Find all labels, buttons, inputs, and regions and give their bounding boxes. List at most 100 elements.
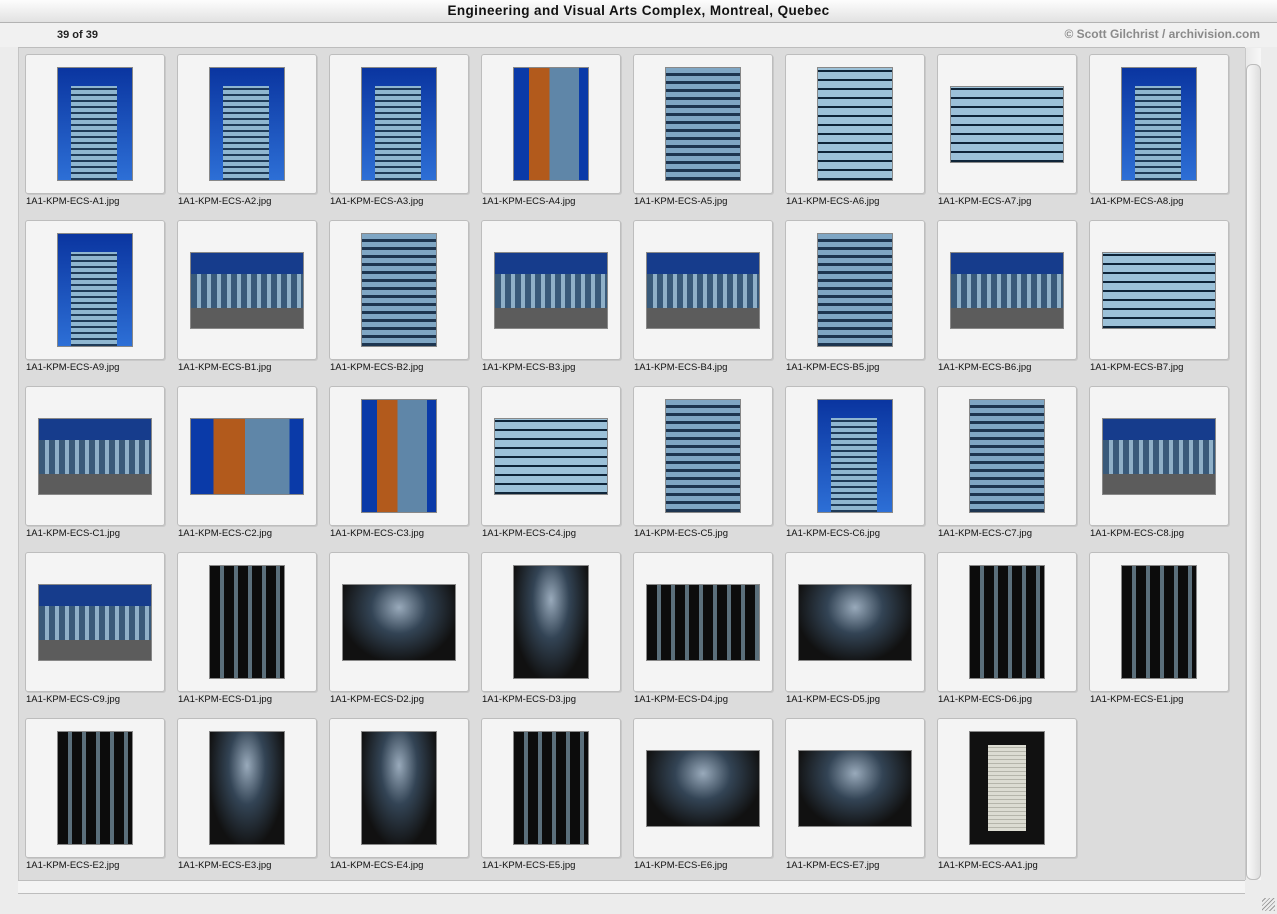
thumbnail-item[interactable]: 1A1-KPM-ECS-A2.jpg (177, 54, 317, 220)
thumbnail-image[interactable] (191, 418, 303, 494)
thumbnail-frame[interactable] (481, 386, 621, 526)
thumbnail-item[interactable]: 1A1-KPM-ECS-A8.jpg (1089, 54, 1229, 220)
thumbnail-frame[interactable] (25, 54, 165, 194)
thumbnail-image[interactable] (666, 68, 740, 180)
thumbnail-frame[interactable] (481, 220, 621, 360)
thumbnail-frame[interactable] (785, 718, 925, 858)
thumbnail-image[interactable] (39, 584, 151, 660)
thumbnail-image[interactable] (1103, 418, 1215, 494)
thumbnail-image[interactable] (58, 732, 132, 844)
thumbnail-item[interactable]: 1A1-KPM-ECS-C9.jpg (25, 552, 165, 718)
thumbnail-frame[interactable] (937, 220, 1077, 360)
thumbnail-image[interactable] (362, 68, 436, 180)
thumbnail-image[interactable] (514, 68, 588, 180)
thumbnail-image[interactable] (647, 750, 759, 826)
thumbnail-item[interactable]: 1A1-KPM-ECS-B4.jpg (633, 220, 773, 386)
thumbnail-frame[interactable] (937, 718, 1077, 858)
thumbnail-image[interactable] (362, 400, 436, 512)
thumbnail-image[interactable] (362, 234, 436, 346)
thumbnail-item[interactable]: 1A1-KPM-ECS-B1.jpg (177, 220, 317, 386)
thumbnail-frame[interactable] (329, 54, 469, 194)
thumbnail-item[interactable]: 1A1-KPM-ECS-C6.jpg (785, 386, 925, 552)
thumbnail-frame[interactable] (785, 552, 925, 692)
thumbnail-item[interactable]: 1A1-KPM-ECS-D4.jpg (633, 552, 773, 718)
thumbnail-item[interactable]: 1A1-KPM-ECS-A1.jpg (25, 54, 165, 220)
thumbnail-frame[interactable] (937, 552, 1077, 692)
thumbnail-item[interactable]: 1A1-KPM-ECS-AA1.jpg (937, 718, 1077, 884)
thumbnail-image[interactable] (210, 68, 284, 180)
horizontal-scrollbar[interactable] (18, 880, 1245, 894)
thumbnail-frame[interactable] (25, 552, 165, 692)
thumbnail-item[interactable]: 1A1-KPM-ECS-E7.jpg (785, 718, 925, 884)
thumbnail-item[interactable]: 1A1-KPM-ECS-C5.jpg (633, 386, 773, 552)
thumbnail-frame[interactable] (25, 386, 165, 526)
thumbnail-frame[interactable] (481, 54, 621, 194)
thumbnail-frame[interactable] (1089, 552, 1229, 692)
thumbnail-frame[interactable] (1089, 220, 1229, 360)
thumbnail-frame[interactable] (25, 220, 165, 360)
thumbnail-image[interactable] (191, 252, 303, 328)
thumbnail-item[interactable]: 1A1-KPM-ECS-A3.jpg (329, 54, 469, 220)
thumbnail-image[interactable] (1103, 252, 1215, 328)
thumbnail-item[interactable]: 1A1-KPM-ECS-C3.jpg (329, 386, 469, 552)
thumbnail-image[interactable] (818, 400, 892, 512)
thumbnail-frame[interactable] (633, 552, 773, 692)
thumbnail-frame[interactable] (785, 54, 925, 194)
thumbnail-image[interactable] (210, 566, 284, 678)
resize-grip-icon[interactable] (1262, 898, 1275, 911)
thumbnail-image[interactable] (970, 566, 1044, 678)
thumbnail-frame[interactable] (177, 54, 317, 194)
thumbnail-item[interactable]: 1A1-KPM-ECS-A9.jpg (25, 220, 165, 386)
thumbnail-item[interactable]: 1A1-KPM-ECS-D1.jpg (177, 552, 317, 718)
thumbnail-image[interactable] (647, 252, 759, 328)
thumbnail-image[interactable] (514, 732, 588, 844)
thumbnail-image[interactable] (818, 68, 892, 180)
thumbnail-item[interactable]: 1A1-KPM-ECS-A5.jpg (633, 54, 773, 220)
thumbnail-item[interactable]: 1A1-KPM-ECS-D6.jpg (937, 552, 1077, 718)
thumbnail-frame[interactable] (329, 718, 469, 858)
thumbnail-item[interactable]: 1A1-KPM-ECS-D5.jpg (785, 552, 925, 718)
thumbnail-image[interactable] (495, 418, 607, 494)
thumbnail-image[interactable] (58, 68, 132, 180)
thumbnail-image[interactable] (647, 584, 759, 660)
thumbnail-image[interactable] (799, 584, 911, 660)
thumbnail-image[interactable] (343, 584, 455, 660)
thumbnail-item[interactable]: 1A1-KPM-ECS-B6.jpg (937, 220, 1077, 386)
thumbnail-frame[interactable] (177, 386, 317, 526)
thumbnail-item[interactable]: 1A1-KPM-ECS-C2.jpg (177, 386, 317, 552)
thumbnail-frame[interactable] (25, 718, 165, 858)
thumbnail-image[interactable] (362, 732, 436, 844)
thumbnail-image[interactable] (970, 732, 1044, 844)
thumbnail-item[interactable]: 1A1-KPM-ECS-E1.jpg (1089, 552, 1229, 718)
thumbnail-frame[interactable] (937, 386, 1077, 526)
thumbnail-frame[interactable] (633, 54, 773, 194)
thumbnail-image[interactable] (495, 252, 607, 328)
thumbnail-frame[interactable] (1089, 54, 1229, 194)
thumbnail-frame[interactable] (329, 386, 469, 526)
thumbnail-item[interactable]: 1A1-KPM-ECS-B5.jpg (785, 220, 925, 386)
thumbnail-frame[interactable] (177, 718, 317, 858)
thumbnail-frame[interactable] (329, 220, 469, 360)
thumbnail-frame[interactable] (785, 220, 925, 360)
thumbnail-frame[interactable] (633, 386, 773, 526)
thumbnail-image[interactable] (58, 234, 132, 346)
thumbnail-frame[interactable] (937, 54, 1077, 194)
thumbnail-item[interactable]: 1A1-KPM-ECS-D3.jpg (481, 552, 621, 718)
thumbnail-frame[interactable] (481, 718, 621, 858)
thumbnail-image[interactable] (951, 252, 1063, 328)
thumbnail-frame[interactable] (177, 552, 317, 692)
thumbnail-item[interactable]: 1A1-KPM-ECS-D2.jpg (329, 552, 469, 718)
thumbnail-frame[interactable] (1089, 386, 1229, 526)
thumbnail-image[interactable] (970, 400, 1044, 512)
thumbnail-item[interactable]: 1A1-KPM-ECS-C1.jpg (25, 386, 165, 552)
thumbnail-item[interactable]: 1A1-KPM-ECS-E2.jpg (25, 718, 165, 884)
thumbnail-item[interactable]: 1A1-KPM-ECS-E5.jpg (481, 718, 621, 884)
thumbnail-item[interactable]: 1A1-KPM-ECS-E3.jpg (177, 718, 317, 884)
thumbnail-item[interactable]: 1A1-KPM-ECS-E6.jpg (633, 718, 773, 884)
thumbnail-frame[interactable] (785, 386, 925, 526)
thumbnail-image[interactable] (1122, 566, 1196, 678)
thumbnail-image[interactable] (1122, 68, 1196, 180)
thumbnail-frame[interactable] (481, 552, 621, 692)
thumbnail-frame[interactable] (177, 220, 317, 360)
thumbnail-image[interactable] (39, 418, 151, 494)
